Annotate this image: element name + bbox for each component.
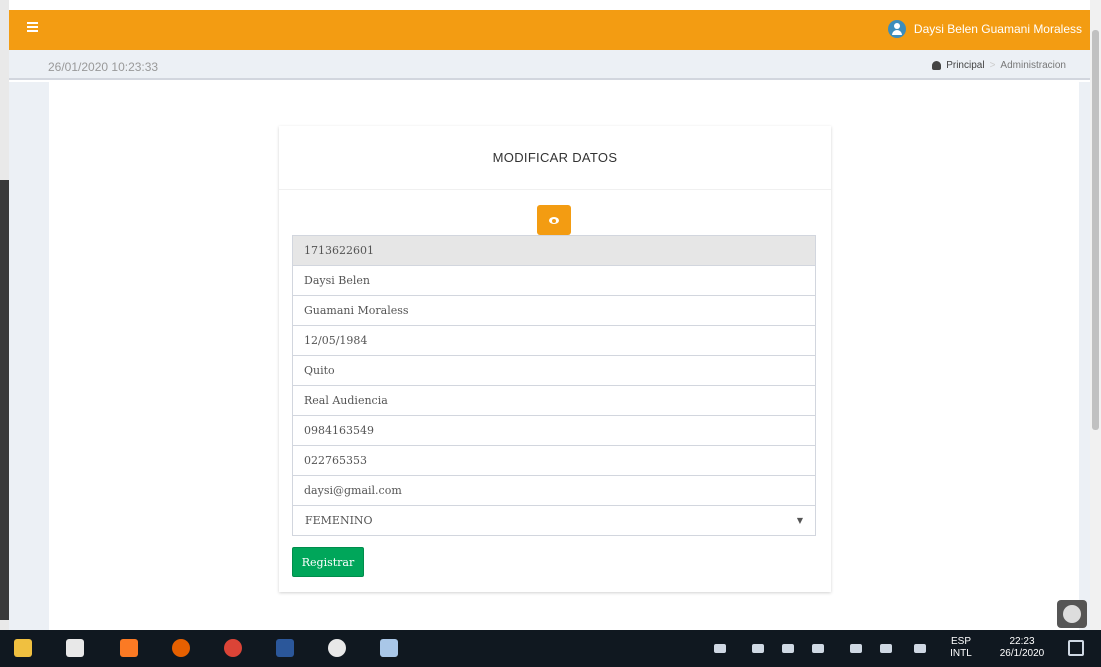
onedrive-icon[interactable] (812, 644, 824, 653)
chevron-up-icon[interactable] (752, 644, 764, 653)
settings-icon[interactable] (328, 639, 346, 657)
people-icon[interactable] (714, 644, 726, 653)
city-field[interactable] (292, 355, 816, 386)
left-window-strip (0, 0, 9, 667)
user-menu[interactable]: Daysi Belen Guamani Moraless (887, 20, 1082, 38)
gender-select[interactable]: FEMENINO ▼ (292, 505, 816, 536)
paint-icon[interactable] (380, 639, 398, 657)
birth-date-field[interactable] (292, 325, 816, 356)
home-phone-field[interactable] (292, 445, 816, 476)
notification-icon[interactable] (1068, 640, 1084, 656)
top-navbar: Daysi Belen Guamani Moraless (9, 10, 1090, 50)
firefox-icon[interactable] (172, 639, 190, 657)
file-explorer-icon[interactable] (14, 639, 32, 657)
content-panel: MODIFICAR DATOS FEMENINO ▼ Registrar (49, 82, 1079, 630)
view-button[interactable] (537, 205, 571, 235)
current-datetime: 26/01/2020 10:23:33 (48, 60, 159, 74)
clock[interactable]: 22:23 26/1/2020 (990, 636, 1054, 660)
symfony-debug-icon[interactable] (1057, 600, 1087, 628)
word-icon[interactable] (276, 639, 294, 657)
breadcrumb-current: Administracion (1000, 60, 1066, 71)
pen-icon[interactable] (914, 644, 926, 653)
dashboard-icon (932, 61, 942, 70)
mail-icon[interactable] (66, 639, 84, 657)
language-indicator[interactable]: ESP INTL (946, 636, 976, 660)
chrome-icon[interactable] (224, 639, 242, 657)
breadcrumb-separator: > (989, 60, 996, 71)
mobile-phone-field[interactable] (292, 415, 816, 446)
card-divider (279, 189, 831, 190)
volume-icon[interactable] (880, 644, 892, 653)
page-scrollbar[interactable] (1090, 0, 1101, 630)
main-content: MODIFICAR DATOS FEMENINO ▼ Registrar (9, 82, 1090, 630)
dropbox-icon[interactable] (782, 644, 794, 653)
breadcrumb-home-link[interactable]: Principal (946, 60, 984, 71)
eye-icon (549, 217, 559, 224)
last-names-field[interactable] (292, 295, 816, 326)
register-button[interactable]: Registrar (292, 547, 364, 577)
breadcrumb: Principal > Administracion (932, 60, 1066, 71)
content-header: 26/01/2020 10:23:33 Principal > Administ… (9, 50, 1090, 80)
first-names-field[interactable] (292, 265, 816, 296)
chevron-down-icon: ▼ (796, 516, 803, 525)
form-title: MODIFICAR DATOS (492, 150, 618, 165)
scrollbar-thumb[interactable] (1092, 30, 1099, 430)
id-number-field[interactable] (292, 235, 816, 266)
email-field[interactable] (292, 475, 816, 506)
edit-data-card: MODIFICAR DATOS FEMENINO ▼ Registrar (279, 126, 831, 592)
left-window-edge (0, 180, 9, 620)
address-field[interactable] (292, 385, 816, 416)
battery-icon[interactable] (850, 644, 862, 653)
menu-toggle-icon[interactable] (27, 20, 43, 38)
xampp-icon[interactable] (120, 639, 138, 657)
windows-taskbar: ESP INTL 22:23 26/1/2020 (0, 630, 1101, 667)
user-name: Daysi Belen Guamani Moraless (913, 22, 1082, 36)
gender-selected-value: FEMENINO (305, 514, 373, 527)
user-avatar-icon (887, 20, 906, 38)
form-fields: FEMENINO ▼ (292, 235, 816, 536)
